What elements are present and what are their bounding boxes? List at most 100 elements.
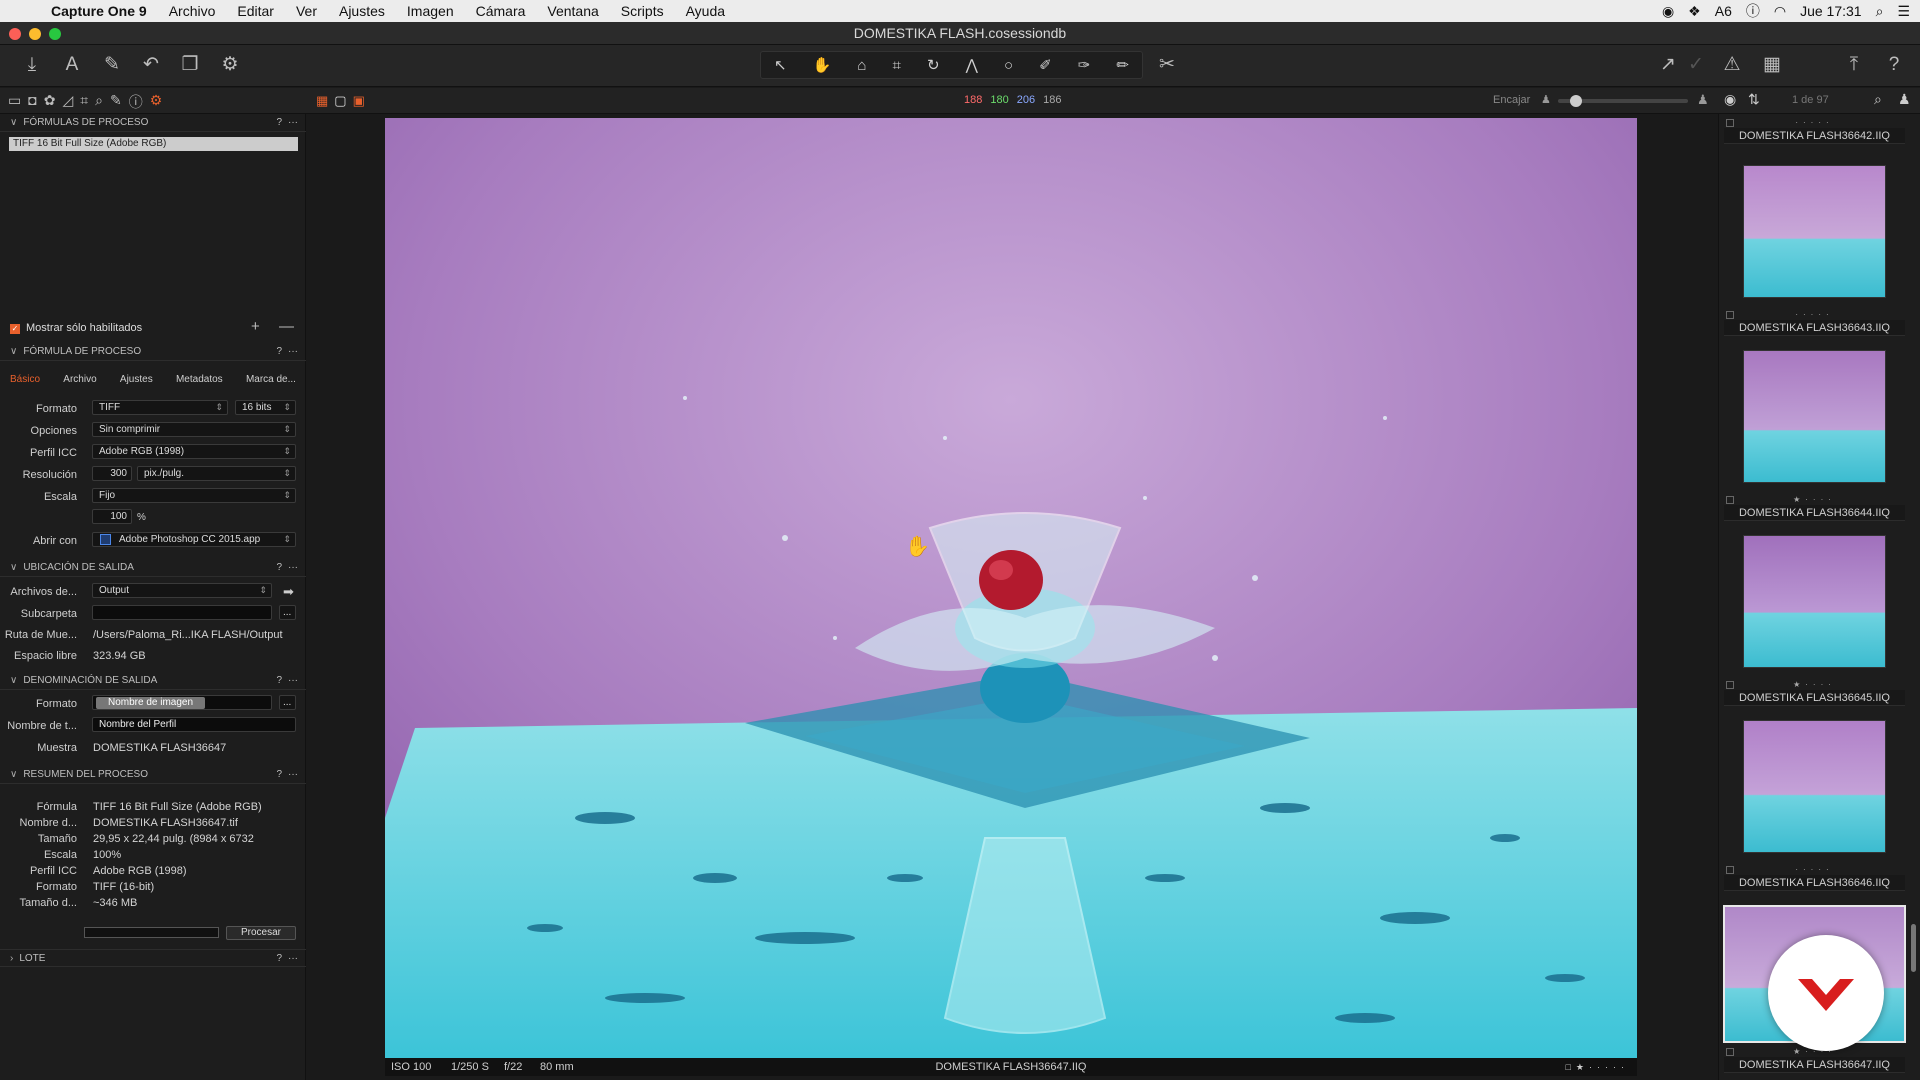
more-icon[interactable]: ··· (288, 114, 298, 132)
open-with-select[interactable]: Adobe Photoshop CC 2015.app ⇕ (92, 532, 296, 547)
more-icon[interactable]: ··· (288, 950, 298, 968)
menu-ventana[interactable]: Ventana (536, 3, 609, 19)
draw-mask-icon[interactable]: ✐ (1039, 56, 1052, 74)
section-recipe[interactable]: ∨ FÓRMULA DE PROCESO? ··· (0, 343, 306, 361)
zoom-slider[interactable] (1558, 95, 1688, 107)
fit-label[interactable]: Encajar (1493, 94, 1530, 106)
menu-archivo[interactable]: Archivo (158, 3, 227, 19)
camera-icon[interactable]: ⌂ (857, 57, 866, 74)
help-icon[interactable]: ? (276, 114, 282, 132)
thumbnail[interactable]: ····· DOMESTIKA FLASH36642.IIQ (1724, 118, 1905, 144)
scale-percent-input[interactable]: 100 (92, 509, 132, 524)
import-icon[interactable]: ⤓ (20, 53, 44, 77)
thumbnail-image[interactable] (1743, 535, 1886, 668)
list-icon[interactable]: ☰ (1897, 3, 1910, 20)
image-viewer[interactable]: ✋ ISO 100 1/250 S f/22 80 mm DOMESTIKA F… (306, 114, 1718, 1080)
select-icon[interactable]: ↖ (774, 56, 787, 74)
lens-tab-icon[interactable]: ⌗ (80, 92, 88, 112)
menu-imagen[interactable]: Imagen (396, 3, 465, 19)
color-tab-icon[interactable]: ✿ (44, 92, 56, 112)
close-button[interactable] (9, 28, 21, 40)
rating-stars[interactable]: ····· (1724, 118, 1905, 128)
zoom-button[interactable] (49, 28, 61, 40)
help-icon[interactable]: ? (276, 559, 282, 577)
minimize-button[interactable] (29, 28, 41, 40)
help-icon[interactable]: ? (276, 766, 282, 784)
multi-view-icon[interactable]: ▣ (353, 93, 365, 109)
help-icon[interactable]: ? (1882, 53, 1906, 77)
subfolder-browse-button[interactable]: ... (279, 605, 296, 620)
naming-format-field[interactable]: Nombre de imagen (92, 695, 272, 710)
subfolder-input[interactable] (92, 605, 272, 620)
keystone-icon[interactable]: ⋀ (966, 56, 978, 74)
icc-select[interactable]: Adobe RGB (1998) ⇕ (92, 444, 296, 459)
rating-stars[interactable]: ★···· (1724, 495, 1905, 505)
remove-recipe-icon[interactable]: — (279, 318, 294, 335)
select-checkbox[interactable] (1726, 119, 1734, 127)
warning-icon[interactable]: ⚠ (1720, 53, 1744, 77)
browser-scrollbar[interactable] (1911, 924, 1916, 972)
search-icon[interactable]: ⌕ (1876, 3, 1884, 20)
scale-select[interactable]: Fijo ⇕ (92, 488, 296, 503)
tools-icon[interactable]: ✂ (1155, 53, 1179, 77)
output-tab-icon[interactable]: ⚙ (150, 92, 163, 112)
undo-icon[interactable]: ↶ (139, 53, 163, 77)
dropbox-icon[interactable]: ❖ (1688, 3, 1701, 20)
clock[interactable]: Jue 17:31 (1800, 3, 1862, 19)
thumbnail-image[interactable] (1743, 720, 1886, 853)
format-select[interactable]: TIFF ⇕ (92, 400, 228, 415)
tab-basico[interactable]: Básico (4, 372, 46, 390)
thumbnail-image[interactable] (1743, 165, 1886, 298)
menu-app[interactable]: Capture One 9 (40, 3, 158, 19)
gear-icon[interactable]: ⚙ (218, 53, 242, 77)
thumbnail-image[interactable] (1743, 350, 1886, 483)
section-recipes[interactable]: ∨ FÓRMULAS DE PROCESO? ··· (0, 114, 306, 132)
adobe-icon[interactable]: A6 (1715, 3, 1732, 19)
browser-user-icon[interactable]: ♟ (1898, 91, 1911, 108)
library-tab-icon[interactable]: ▭ (8, 92, 21, 112)
menu-ayuda[interactable]: Ayuda (675, 3, 736, 19)
more-icon[interactable]: ··· (288, 559, 298, 577)
options-select[interactable]: Sin comprimir ⇕ (92, 422, 296, 437)
tab-marca[interactable]: Marca de... (240, 372, 302, 390)
select-checkbox[interactable] (1726, 496, 1734, 504)
record-icon[interactable]: ◉ (1662, 3, 1674, 20)
crop-icon[interactable]: ⌗ (892, 57, 900, 74)
grid-icon[interactable]: ▦ (1760, 53, 1784, 77)
wifi-icon[interactable]: ◠ (1774, 3, 1786, 20)
more-icon[interactable]: ··· (288, 766, 298, 784)
resolution-unit-select[interactable]: pix./pulg. ⇕ (137, 466, 296, 481)
metadata-tab-icon[interactable]: ⓘ (129, 92, 143, 112)
help-icon[interactable]: ? (276, 950, 282, 968)
more-icon[interactable]: ··· (288, 672, 298, 690)
exposure-tab-icon[interactable]: ◿ (62, 92, 73, 112)
rotate-icon[interactable]: ↻ (927, 56, 940, 74)
grid-view-icon[interactable]: ▦ (316, 93, 328, 109)
adjust-tab-icon[interactable]: ✎ (110, 92, 122, 112)
sort-icon[interactable]: ⇅ (1748, 91, 1760, 108)
single-view-icon[interactable]: ▢ (334, 93, 346, 109)
spot-icon[interactable]: ○ (1004, 57, 1013, 74)
tab-archivo[interactable]: Archivo (57, 372, 102, 390)
text-tool-icon[interactable]: A (60, 53, 84, 77)
thumbnail[interactable]: ★···· DOMESTIKA FLASH36645.IIQ (1724, 524, 1905, 706)
job-name-input[interactable]: Nombre del Perfil (92, 717, 296, 732)
section-output-location[interactable]: ∨ UBICACIÓN DE SALIDA? ··· (0, 559, 306, 577)
info-icon[interactable]: ⓘ (1746, 1, 1760, 21)
naming-token[interactable]: Nombre de imagen (96, 697, 206, 709)
copy-icon[interactable]: ❐ (178, 53, 202, 77)
annotate-icon[interactable]: ✏ (1116, 56, 1129, 74)
section-output-naming[interactable]: ∨ DENOMINACIÓN DE SALIDA? ··· (0, 672, 306, 690)
rating-stars[interactable]: □★····· (1566, 1058, 1630, 1076)
process-button[interactable]: Procesar (226, 926, 296, 940)
add-recipe-icon[interactable]: + (251, 318, 260, 335)
zoom-slider-handle[interactable] (1570, 95, 1582, 107)
select-checkbox[interactable] (1726, 311, 1734, 319)
rating-stars[interactable]: ····· (1724, 310, 1905, 320)
thumbnail[interactable]: ★···· DOMESTIKA FLASH36644.IIQ (1724, 339, 1905, 521)
rating-stars[interactable]: ★···· (1724, 680, 1905, 690)
menu-ajustes[interactable]: Ajustes (328, 3, 396, 19)
capture-tab-icon[interactable]: ◘ (28, 92, 36, 112)
tab-metadatos[interactable]: Metadatos (170, 372, 229, 390)
details-tab-icon[interactable]: ⌕ (95, 92, 103, 112)
